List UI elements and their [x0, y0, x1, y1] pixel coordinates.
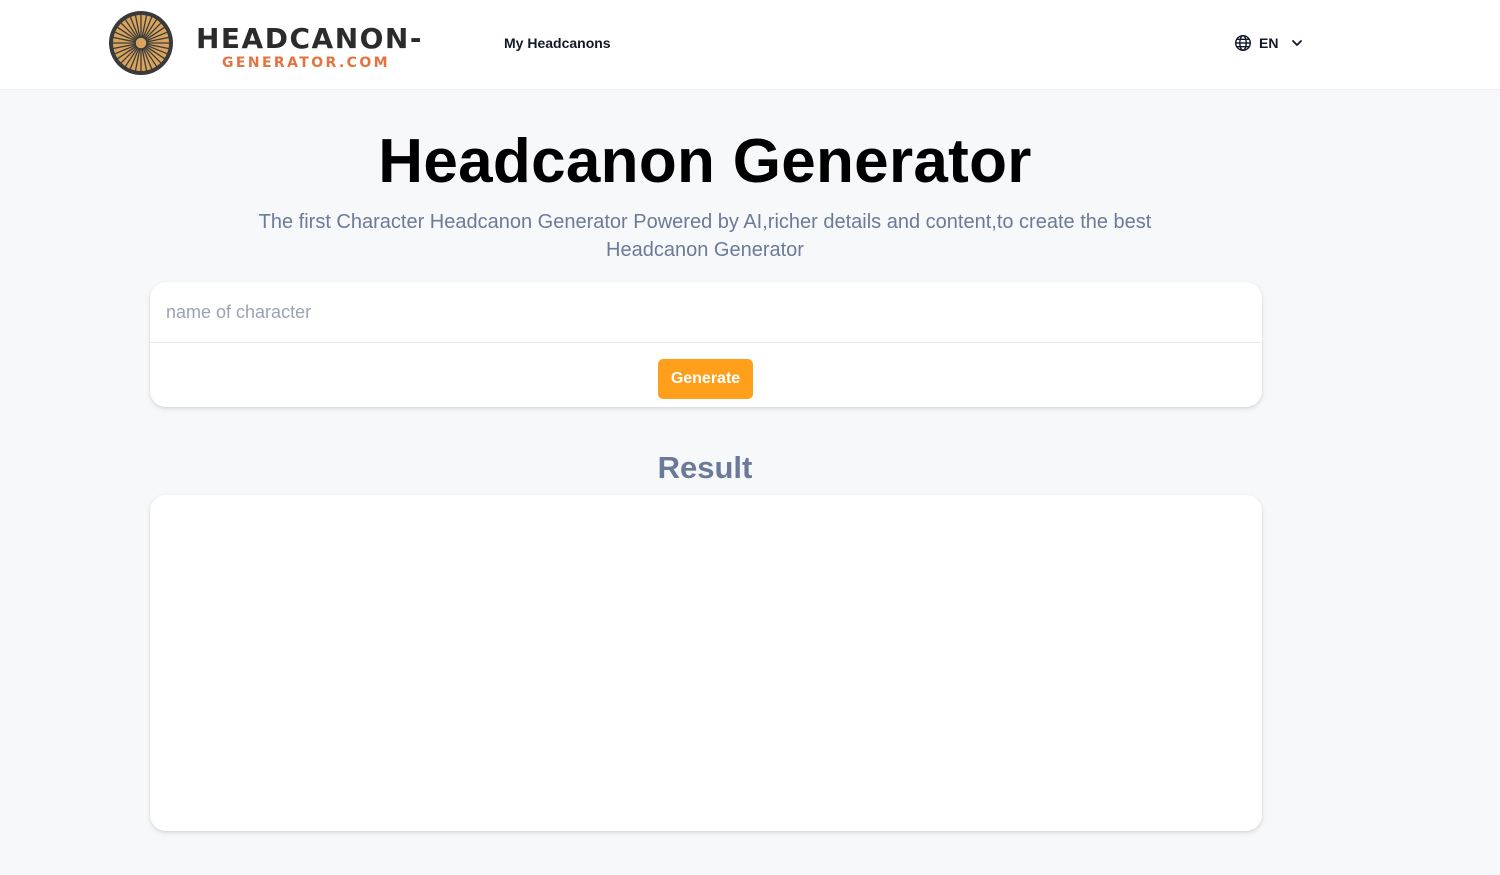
- result-panel: [150, 495, 1262, 831]
- result-heading: Result: [657, 450, 753, 485]
- form-divider: [150, 342, 1262, 343]
- character-name-input[interactable]: [150, 282, 1262, 342]
- page-subtitle: The first Character Headcanon Generator …: [258, 211, 1152, 261]
- generate-button[interactable]: Generate: [658, 359, 753, 399]
- page-title: Headcanon Generator: [378, 127, 1032, 196]
- nav-my-headcanons-link[interactable]: My Headcanons: [504, 34, 611, 52]
- chevron-down-icon: [1292, 40, 1303, 46]
- globe-icon: [1234, 34, 1252, 52]
- brand-domain[interactable]: GENERATOR.COM: [222, 54, 390, 72]
- brand-name[interactable]: HEADCANON-: [196, 20, 423, 58]
- sunburst-logo-icon[interactable]: [107, 9, 175, 77]
- language-code: EN: [1259, 35, 1279, 51]
- generator-form: Generate: [150, 282, 1262, 407]
- language-selector[interactable]: EN: [1234, 32, 1304, 54]
- site-header: HEADCANON- GENERATOR.COM My Headcanons E…: [0, 0, 1500, 90]
